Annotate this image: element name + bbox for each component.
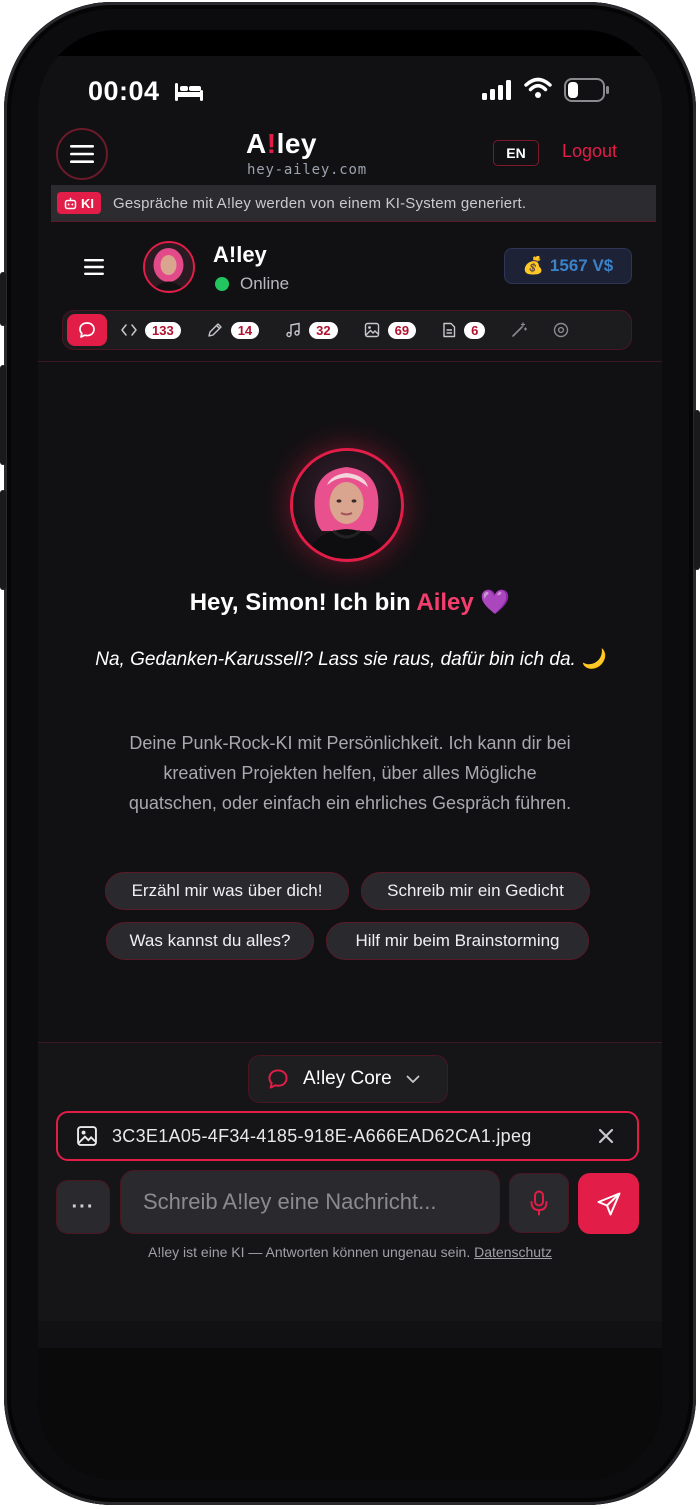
logo-domain: hey-ailey.com: [247, 162, 367, 178]
model-selector[interactable]: A!ley Core: [248, 1055, 448, 1103]
header-divider: [38, 361, 662, 362]
main-menu-button[interactable]: [56, 128, 108, 180]
code-icon: [121, 324, 137, 336]
suggestion-chip-about[interactable]: Erzähl mir was über dich!: [105, 872, 349, 910]
tab-writing[interactable]: 14: [207, 311, 260, 349]
credits-amount: 1567 V$: [549, 256, 614, 275]
bottom-safe-area: [38, 1348, 662, 1480]
bot-name: A!ley: [213, 242, 267, 267]
microphone-icon: [530, 1190, 548, 1216]
send-icon: [597, 1192, 620, 1215]
pen-icon: [208, 323, 222, 337]
message-input[interactable]: [120, 1170, 500, 1234]
tab-images[interactable]: 69: [364, 311, 417, 349]
chevron-down-icon: [406, 1075, 420, 1083]
cellular-signal-icon: [482, 80, 511, 100]
wifi-icon: [524, 77, 552, 98]
logo-prefix: A: [246, 128, 267, 159]
phone-volume-up: [0, 365, 6, 465]
hamburger-icon: [70, 145, 94, 163]
welcome-heading: Hey, Simon! Ich bin Ailey 💜: [38, 588, 662, 617]
ki-badge: KI: [57, 192, 101, 214]
more-options-button[interactable]: ···: [56, 1180, 110, 1234]
avatar-portrait: [145, 243, 192, 290]
document-icon: [443, 322, 456, 338]
greeting-text: Hey, Simon! Ich bin: [189, 589, 417, 616]
tab-code[interactable]: 133: [121, 311, 181, 349]
music-count: 32: [309, 321, 338, 339]
tab-music[interactable]: 32: [285, 311, 338, 349]
writing-count: 14: [230, 321, 260, 339]
microphone-button[interactable]: [509, 1173, 569, 1233]
online-status-text: Online: [240, 274, 290, 293]
status-time: 00:04: [88, 76, 160, 106]
attachment-chip: 3C3E1A05-4F34-4185-918E-A666EAD62CA1.jpe…: [56, 1111, 639, 1161]
image-icon: [364, 322, 379, 338]
suggestion-chip-abilities[interactable]: Was kannst du alles?: [106, 922, 314, 960]
ai-disclosure-banner: KI Gespräche mit A!ley werden von einem …: [51, 185, 656, 222]
screen: 00:04 A!ley hey-ailey.com EN Logout KI G…: [38, 30, 662, 1480]
credits-badge[interactable]: 💰 1567 V$: [504, 248, 632, 284]
tab-audio[interactable]: [553, 311, 569, 349]
ki-banner-text: Gespräche mit A!ley werden von einem KI-…: [113, 194, 527, 212]
suggestion-chip-poem[interactable]: Schreib mir ein Gedicht: [361, 872, 590, 910]
tab-documents[interactable]: 6: [442, 311, 486, 349]
close-icon[interactable]: [595, 1125, 617, 1147]
language-button[interactable]: EN: [493, 140, 539, 166]
suggestion-chip-brainstorm[interactable]: Hilf mir beim Brainstorming: [326, 922, 589, 960]
logo-suffix: ley: [276, 128, 317, 159]
feature-toolbar: 133 14 32 69 6: [62, 310, 632, 350]
robot-icon: [64, 197, 77, 209]
chat-icon: [79, 322, 95, 338]
online-status-dot: [215, 277, 229, 291]
ai-disclaimer: A!ley ist eine KI — Antworten können ung…: [38, 1244, 662, 1260]
status-bar: 00:04: [38, 30, 662, 122]
privacy-link[interactable]: Datenschutz: [474, 1244, 552, 1260]
purple-heart-icon: 💜: [480, 589, 511, 616]
chat-icon: [268, 1069, 288, 1089]
tab-magic[interactable]: [511, 311, 528, 349]
disc-icon: [554, 322, 569, 338]
documents-count: 6: [464, 321, 486, 339]
app-logo[interactable]: A!ley: [246, 128, 317, 160]
music-icon: [286, 322, 300, 338]
attachment-filename: 3C3E1A05-4F34-4185-918E-A666EAD62CA1.jpe…: [112, 1125, 532, 1146]
phone-volume-down: [0, 490, 6, 590]
phone-mute-switch: [0, 272, 6, 326]
model-name: A!ley Core: [303, 1068, 392, 1089]
greeting-name: Ailey: [416, 589, 474, 616]
sidebar-toggle-icon[interactable]: [84, 258, 104, 276]
magic-wand-icon: [512, 322, 528, 337]
tab-chat[interactable]: [67, 314, 107, 346]
disclaimer-text: A!ley ist eine KI — Antworten können ung…: [148, 1244, 471, 1260]
sleep-bed-icon: [175, 83, 203, 101]
avatar[interactable]: [143, 241, 195, 293]
logo-bang: !: [266, 128, 277, 159]
welcome-subtitle: Na, Gedanken-Karussell? Lass sie raus, d…: [95, 649, 605, 670]
ki-badge-label: KI: [81, 195, 94, 211]
welcome-description: Deine Punk-Rock-KI mit Persönlichkeit. I…: [128, 733, 572, 813]
battery-icon: [564, 78, 609, 102]
hero-portrait: [293, 451, 400, 558]
image-icon: [77, 1126, 97, 1146]
images-count: 69: [387, 321, 417, 339]
hero-avatar: [290, 448, 404, 562]
code-count: 133: [145, 321, 181, 339]
send-button[interactable]: [578, 1173, 639, 1234]
money-bag-icon: 💰: [522, 256, 544, 275]
phone-power-button: [694, 410, 700, 570]
logout-link[interactable]: Logout: [562, 141, 617, 162]
